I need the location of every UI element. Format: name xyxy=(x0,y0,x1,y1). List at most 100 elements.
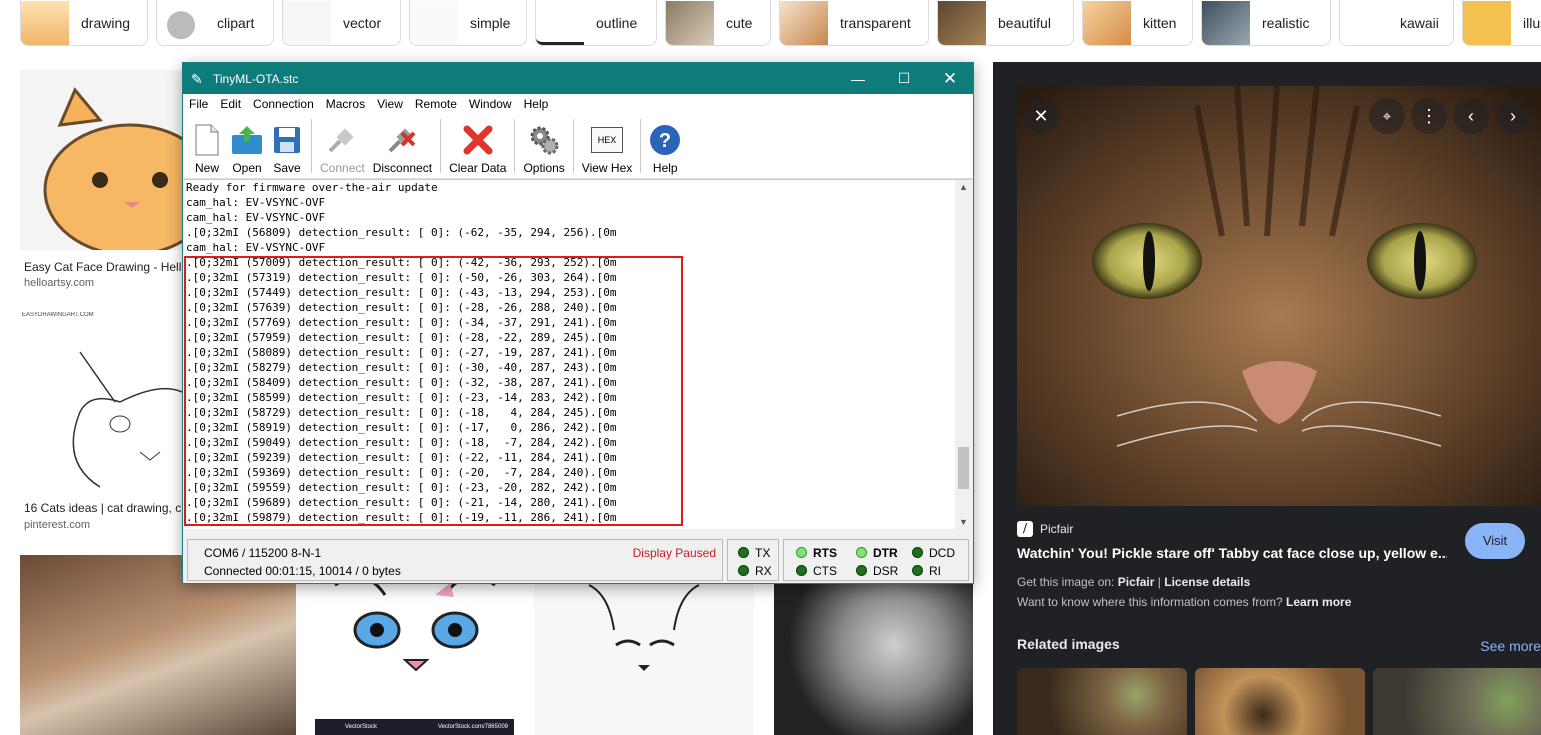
toolbar-separator xyxy=(514,119,516,173)
terminal-output[interactable]: Ready for firmware over-the-air update ca… xyxy=(184,179,972,529)
scroll-down-icon[interactable]: ▼ xyxy=(959,517,968,527)
terminal-line: .[0;32mI (59049) detection_result: [ 0]:… xyxy=(186,436,617,449)
chip-thumb xyxy=(666,0,714,45)
lens-search-icon[interactable]: ⌖ xyxy=(1369,98,1405,134)
chip-illustration[interactable]: illus xyxy=(1462,0,1541,46)
chip-thumb xyxy=(780,0,828,45)
visit-button[interactable]: Visit xyxy=(1465,523,1525,559)
chip-vector[interactable]: vector xyxy=(282,0,401,46)
rx-led-icon xyxy=(738,565,749,576)
tx-led-icon xyxy=(738,547,749,558)
license-site-link[interactable]: Picfair xyxy=(1118,575,1155,589)
menu-file[interactable]: File xyxy=(183,97,214,111)
new-button[interactable]: New xyxy=(187,123,227,178)
vertical-scrollbar[interactable]: ▲ ▼ xyxy=(955,180,972,529)
terminal-line: Ready for firmware over-the-air update xyxy=(186,181,438,194)
menu-connection[interactable]: Connection xyxy=(247,97,320,111)
menu-remote[interactable]: Remote xyxy=(409,97,463,111)
chip-clipart[interactable]: clipart xyxy=(156,0,274,46)
watermark-text: VectorStock xyxy=(345,724,378,730)
suggestion-chips: drawing clipart vector simple outline cu… xyxy=(0,0,1541,48)
learn-more-link[interactable]: Learn more xyxy=(1286,595,1351,609)
minimize-icon[interactable]: — xyxy=(835,63,881,94)
menu-macros[interactable]: Macros xyxy=(320,97,371,111)
image-preview-panel: ✕ ⌖ ⋮ ‹ › ⧸ Picfair Watchin' You! Pickle… xyxy=(993,62,1541,735)
chip-thumb xyxy=(410,0,458,45)
dtr-led-icon[interactable] xyxy=(856,547,867,558)
cts-label: CTS xyxy=(813,564,837,578)
rts-label: RTS xyxy=(813,546,837,560)
menu-edit[interactable]: Edit xyxy=(214,97,247,111)
chip-kitten[interactable]: kitten xyxy=(1082,0,1193,46)
related-image[interactable] xyxy=(1373,668,1541,735)
save-button[interactable]: Save xyxy=(267,123,307,178)
license-details-link[interactable]: License details xyxy=(1164,575,1250,589)
cat-drawing-illustration xyxy=(43,87,182,250)
chip-thumb xyxy=(938,0,986,45)
source-site-name[interactable]: Picfair xyxy=(1040,522,1073,536)
result-title[interactable]: Easy Cat Face Drawing - Hell xyxy=(24,260,182,274)
preview-image[interactable]: ✕ ⌖ ⋮ ‹ › xyxy=(1017,86,1541,506)
terminal-line: .[0;32mI (57769) detection_result: [ 0]:… xyxy=(186,316,617,329)
window-titlebar[interactable]: ✎ TinyML-OTA.stc — ☐ ✕ xyxy=(183,63,973,94)
terminal-text: Ready for firmware over-the-air update ca… xyxy=(186,180,616,525)
chip-outline[interactable]: outline xyxy=(535,0,657,46)
chip-label: outline xyxy=(596,14,638,31)
terminal-line: .[0;32mI (57319) detection_result: [ 0]:… xyxy=(186,271,617,284)
chip-thumb xyxy=(1202,0,1250,45)
disconnect-label: Disconnect xyxy=(372,161,433,175)
disconnect-button[interactable]: Disconnect xyxy=(369,123,436,178)
chip-kawaii[interactable]: kawaii xyxy=(1339,0,1454,46)
port-settings: COM6 / 115200 8-N-1 xyxy=(204,546,322,560)
next-arrow-icon[interactable]: › xyxy=(1495,98,1531,134)
menu-view[interactable]: View xyxy=(371,97,409,111)
rts-led-icon[interactable] xyxy=(796,547,807,558)
menu-help[interactable]: Help xyxy=(518,97,555,111)
terminal-line: .[0;32mI (58089) detection_result: [ 0]:… xyxy=(186,346,617,359)
result-source: pinterest.com xyxy=(24,519,91,531)
see-more-link[interactable]: See more xyxy=(1480,638,1541,654)
clear-data-button[interactable]: Clear Data xyxy=(445,123,510,178)
maximize-icon[interactable]: ☐ xyxy=(881,63,927,94)
more-options-icon[interactable]: ⋮ xyxy=(1411,98,1447,134)
scroll-up-icon[interactable]: ▲ xyxy=(959,182,968,192)
terminal-line: .[0;32mI (58279) detection_result: [ 0]:… xyxy=(186,361,617,374)
related-image[interactable] xyxy=(1017,668,1187,735)
close-icon[interactable]: ✕ xyxy=(1023,98,1059,134)
new-document-icon xyxy=(191,123,223,157)
terminal-line: cam_hal: EV-VSYNC-OVF xyxy=(186,196,326,209)
chip-beautiful[interactable]: beautiful xyxy=(937,0,1074,46)
previous-arrow-icon[interactable]: ‹ xyxy=(1453,98,1489,134)
connect-button[interactable]: Connect xyxy=(316,123,369,178)
options-button[interactable]: Options xyxy=(519,123,568,178)
view-hex-button[interactable]: HEX View Hex xyxy=(578,123,636,178)
chip-transparent[interactable]: transparent xyxy=(779,0,929,46)
connect-plug-icon xyxy=(326,123,358,157)
chip-label: drawing xyxy=(81,14,131,31)
chip-thumb xyxy=(283,0,331,45)
scrollbar-thumb[interactable] xyxy=(958,447,969,489)
open-button[interactable]: Open xyxy=(227,123,267,178)
help-button[interactable]: ? Help xyxy=(645,123,685,178)
preview-title[interactable]: Watchin' You! Pickle stare off' Tabby ca… xyxy=(1017,545,1447,561)
chip-thumb xyxy=(21,0,69,45)
result-title[interactable]: 16 Cats ideas | cat drawing, c xyxy=(24,501,182,515)
menu-window[interactable]: Window xyxy=(463,97,518,111)
result-image-cat-outline[interactable]: EASYDRAWINGART.COM xyxy=(20,312,182,494)
chip-label: clipart xyxy=(217,14,255,31)
chip-drawing[interactable]: drawing xyxy=(20,0,148,46)
watermark: EASYDRAWINGART.COM xyxy=(22,312,94,318)
chip-cute[interactable]: cute xyxy=(665,0,771,46)
result-image-cat-drawing[interactable] xyxy=(20,70,182,250)
terminal-line: .[0;32mI (57959) detection_result: [ 0]:… xyxy=(186,331,617,344)
close-window-icon[interactable]: ✕ xyxy=(927,63,973,94)
chip-thumb xyxy=(1340,0,1388,45)
terminal-line: .[0;32mI (57639) detection_result: [ 0]:… xyxy=(186,301,617,314)
toolbar-separator xyxy=(640,119,642,173)
related-image[interactable] xyxy=(1195,668,1365,735)
terminal-line: .[0;32mI (59239) detection_result: [ 0]:… xyxy=(186,451,617,464)
chip-label: transparent xyxy=(840,14,911,31)
hex-icon: HEX xyxy=(591,123,624,157)
chip-realistic[interactable]: realistic xyxy=(1201,0,1331,46)
chip-simple[interactable]: simple xyxy=(409,0,527,46)
